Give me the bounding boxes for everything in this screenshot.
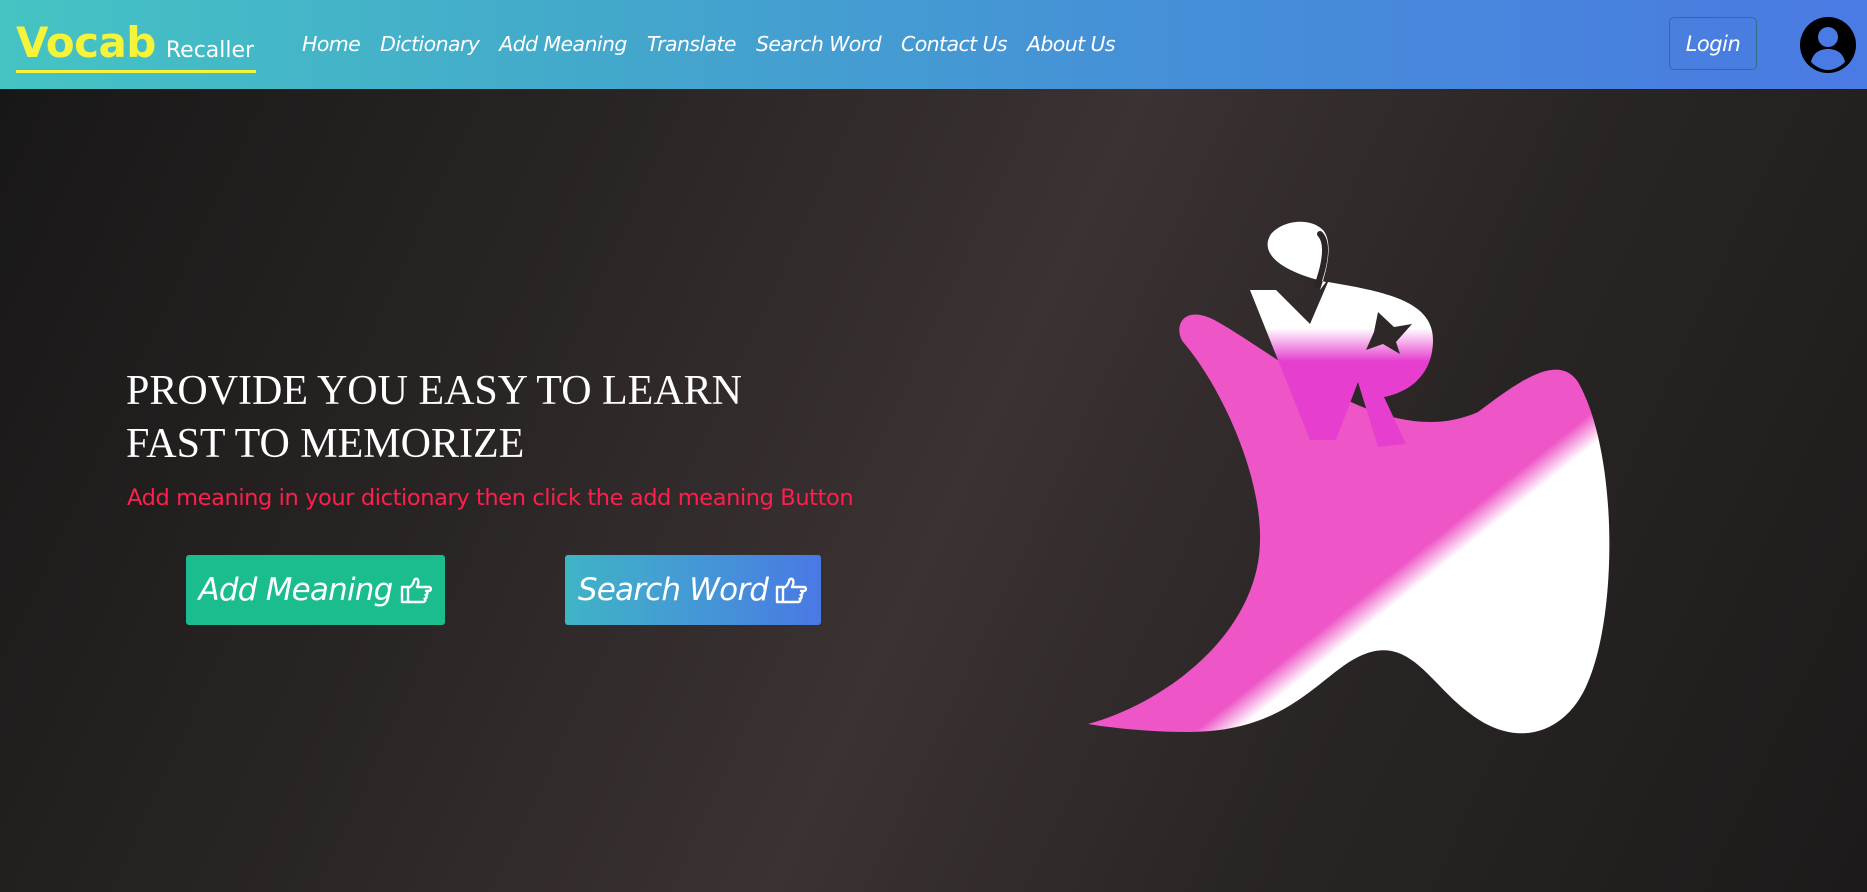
- nav-item-dictionary[interactable]: Dictionary: [380, 26, 480, 62]
- hand-pointing-right-icon: [400, 577, 432, 604]
- navbar: Vocab Recaller Home Dictionary Add Meani…: [0, 0, 1867, 89]
- user-avatar-icon[interactable]: [1799, 16, 1857, 74]
- nav-item-add-meaning[interactable]: Add Meaning: [499, 26, 627, 62]
- hero-subtitle: Add meaning in your dictionary then clic…: [127, 485, 854, 511]
- login-button[interactable]: Login: [1669, 17, 1757, 70]
- nav-links: Home Dictionary Add Meaning Translate Se…: [302, 26, 1135, 62]
- nav-item-search-word[interactable]: Search Word: [756, 26, 882, 62]
- search-word-button-label: Search Word: [577, 572, 769, 608]
- nav-item-contact-us[interactable]: Contact Us: [901, 26, 1008, 62]
- add-meaning-button[interactable]: Add Meaning: [186, 555, 445, 625]
- brand-logo-link[interactable]: Vocab Recaller: [16, 16, 257, 73]
- hero-title: PROVIDE YOU EASY TO LEARN FAST TO MEMORI…: [126, 365, 742, 471]
- vr-logo-image: [1088, 221, 1610, 734]
- brand-name: Vocab: [16, 18, 156, 67]
- hand-pointing-right-icon: [775, 577, 808, 604]
- add-meaning-button-label: Add Meaning: [198, 572, 393, 608]
- brand-subname: Recaller: [165, 38, 255, 63]
- nav-item-about-us[interactable]: About Us: [1027, 26, 1116, 62]
- search-word-button[interactable]: Search Word: [565, 555, 821, 625]
- hero-title-line-2: FAST TO MEMORIZE: [126, 421, 525, 467]
- nav-item-translate[interactable]: Translate: [647, 26, 737, 62]
- hero-title-line-1: PROVIDE YOU EASY TO LEARN: [126, 368, 743, 414]
- nav-item-home[interactable]: Home: [302, 26, 361, 62]
